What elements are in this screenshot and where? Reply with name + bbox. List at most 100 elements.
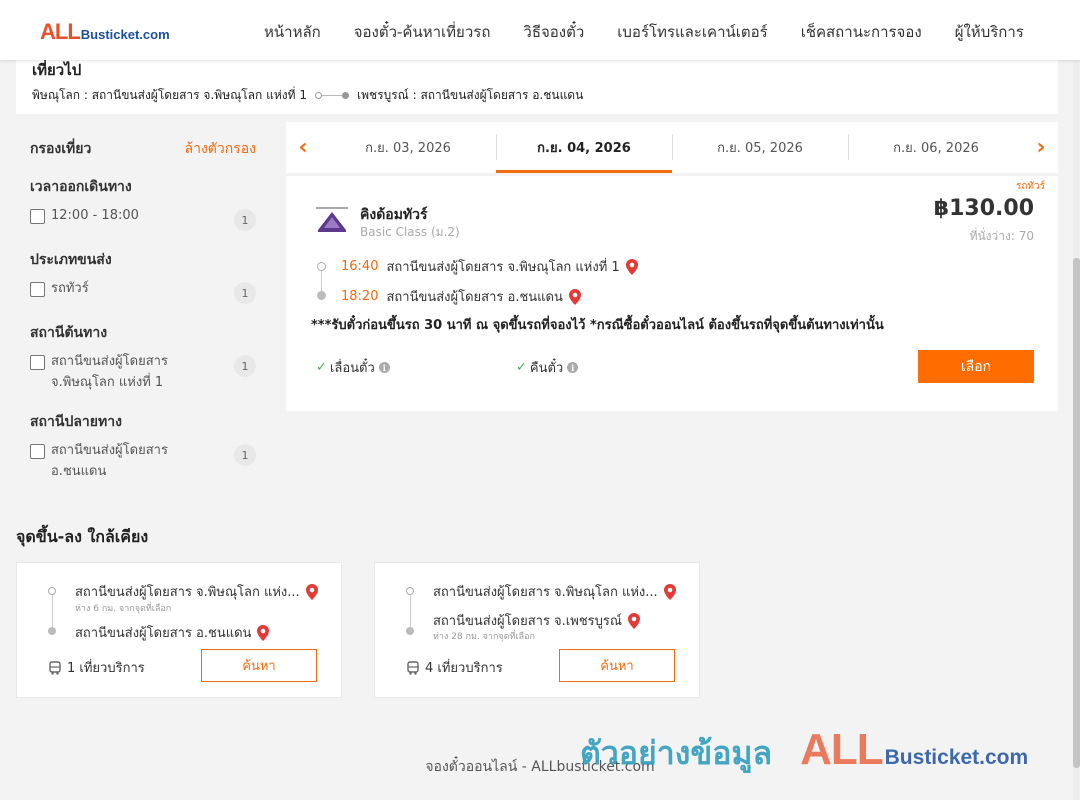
- checkbox[interactable]: [30, 355, 45, 370]
- filter-panel: กรองเที่ยว ล้างตัวกรอง เวลาออกเดินทาง 12…: [16, 124, 270, 480]
- operator-logo-icon: [316, 207, 348, 232]
- main-nav: หน้าหลัก จองตั๋ว-ค้นหาเที่ยวรถ วิธีจองตั…: [264, 20, 1024, 44]
- check-icon: ✓: [516, 360, 527, 375]
- checkbox[interactable]: [30, 282, 45, 297]
- filter-option-origin[interactable]: สถานีขนส่งผู้โดยสาร จ.พิษณุโลก แห่งที่ 1…: [30, 354, 256, 393]
- filter-group-transport-type: ประเภทขนส่ง: [30, 252, 112, 268]
- nearby-section-title: จุดขึ้น-ลง ใกล้เคียง: [16, 527, 149, 546]
- bus-icon: [407, 660, 419, 675]
- map-pin-icon[interactable]: [568, 288, 581, 305]
- date-selector: ‹ ก.ย. 03, 2026 ก.ย. 04, 2026 ก.ย. 05, 2…: [286, 122, 1058, 173]
- check-icon: ✓: [316, 360, 327, 375]
- filter-group-origin-station: สถานีต้นทาง: [30, 325, 108, 341]
- filter-option-time[interactable]: 12:00 - 18:00 1: [30, 208, 256, 231]
- date-tab[interactable]: ก.ย. 05, 2026: [672, 122, 848, 173]
- service-count-label: 4 เที่ยวบริการ: [425, 661, 503, 676]
- nav-contact-counters[interactable]: เบอร์โทรและเคาน์เตอร์: [617, 20, 767, 44]
- top-header: ALL Busticket.com หน้าหลัก จองตั๋ว-ค้นหา…: [0, 0, 1080, 60]
- route-destination: เพชรบูรณ์ : สถานีขนส่งผู้โดยสาร อ.ชนแดน: [356, 88, 584, 102]
- nearby-from: สถานีขนส่งผู้โดยสาร จ.พิษณุโลก แห่ง...: [433, 581, 676, 602]
- map-pin-icon[interactable]: [305, 583, 318, 600]
- nearby-search-button[interactable]: ค้นหา: [201, 649, 317, 682]
- filter-option-destination[interactable]: สถานีขนส่งผู้โดยสาร อ.ชนแดน 1: [30, 443, 256, 482]
- filter-group-departure-time: เวลาออกเดินทาง: [30, 179, 132, 195]
- site-logo[interactable]: ALL Busticket.com: [40, 19, 170, 45]
- logo-all: ALL: [40, 19, 81, 44]
- nav-how-to-book[interactable]: วิธีจองตั๋ว: [523, 20, 584, 44]
- filter-count-badge: 1: [234, 209, 256, 231]
- filter-option-label: สถานีขนส่งผู้โดยสาร อ.ชนแดน: [51, 443, 168, 479]
- nav-home[interactable]: หน้าหลัก: [264, 20, 321, 44]
- nav-check-booking[interactable]: เช็คสถานะการจอง: [801, 20, 922, 44]
- checkbox[interactable]: [30, 209, 45, 224]
- transport-type-tag: รถทัวร์: [1015, 181, 1045, 192]
- nav-operators[interactable]: ผู้ให้บริการ: [955, 20, 1024, 44]
- logo-rest: Busticket.com: [80, 27, 170, 42]
- route-summary: เที่ยวไป พิษณุโลก : สถานีขนส่งผู้โดยสาร …: [16, 60, 1058, 114]
- nearby-route-card: สถานีขนส่งผู้โดยสาร จ.พิษณุโลก แห่ง... ห…: [16, 562, 342, 698]
- watermark-logo-rest: Busticket.com: [884, 746, 1029, 769]
- nearby-to-station: สถานีขนส่งผู้โดยสาร จ.เพชรบูรณ์: [433, 614, 622, 629]
- clear-filters-link[interactable]: ล้างตัวกรอง: [185, 138, 256, 160]
- nearby-from-distance: ห่าง 6 กม. จากจุดที่เลือก: [75, 604, 172, 614]
- checkbox[interactable]: [30, 444, 45, 459]
- trip-note: ***รับตั๋วก่อนขึ้นรถ 30 นาที ณ จุดขึ้นรถ…: [311, 318, 884, 333]
- timeline-line: [410, 595, 411, 628]
- arrival-time: 18:20: [341, 289, 379, 304]
- nearby-search-button[interactable]: ค้นหา: [559, 649, 675, 682]
- timeline-start-dot: [48, 587, 56, 595]
- route-connector-icon: [314, 92, 349, 99]
- refund-policy: ✓ คืนตั๋ว i: [516, 357, 579, 378]
- reschedule-label: เลื่อนตั๋ว: [329, 361, 375, 376]
- timeline-end-dot: [406, 627, 414, 635]
- nearby-from-station: สถานีขนส่งผู้โดยสาร จ.พิษณุโลก แห่ง...: [433, 585, 658, 600]
- scrollbar-thumb[interactable]: [1073, 258, 1080, 768]
- arrival-stop: 18:20 สถานีขนส่งผู้โดยสาร อ.ชนแดน: [341, 286, 581, 307]
- prev-date-arrow-icon[interactable]: ‹: [286, 122, 320, 173]
- map-pin-icon[interactable]: [625, 258, 638, 275]
- nearby-from-station: สถานีขนส่งผู้โดยสาร จ.พิษณุโลก แห่ง...: [75, 585, 300, 600]
- date-tab[interactable]: ก.ย. 03, 2026: [320, 122, 496, 173]
- departure-stop: 16:40 สถานีขนส่งผู้โดยสาร จ.พิษณุโลก แห่…: [341, 256, 638, 277]
- filter-option-transport[interactable]: รถทัวร์ 1: [30, 281, 256, 304]
- date-tab-active[interactable]: ก.ย. 04, 2026: [496, 122, 672, 173]
- nearby-to-distance: ห่าง 28 กม. จากจุดที่เลือก: [433, 632, 535, 642]
- timeline-end-dot: [317, 291, 326, 300]
- nav-book-search[interactable]: จองตั๋ว-ค้นหาเที่ยวรถ: [354, 20, 491, 44]
- filter-group-destination-station: สถานีปลายทาง: [30, 414, 122, 430]
- info-icon[interactable]: i: [378, 362, 390, 373]
- watermark-logo-all: ALL: [800, 725, 884, 774]
- filter-header: กรองเที่ยว ล้างตัวกรอง: [30, 138, 256, 160]
- trip-result-card: รถทัวร์ คิงด้อมทัวร์ Basic Class (ม.2) ฿…: [286, 176, 1058, 411]
- watermark-text: ตัวอย่างข้อมูล: [580, 734, 773, 772]
- filter-count-badge: 1: [234, 355, 256, 377]
- timeline-end-dot: [48, 627, 56, 635]
- select-trip-button[interactable]: เลือก: [918, 350, 1034, 383]
- timeline-start-dot: [317, 262, 326, 271]
- reschedule-policy: ✓ เลื่อนตั๋ว i: [316, 357, 390, 378]
- date-tab[interactable]: ก.ย. 06, 2026: [848, 122, 1024, 173]
- info-icon[interactable]: i: [567, 362, 579, 373]
- next-date-arrow-icon[interactable]: ›: [1024, 122, 1058, 173]
- map-pin-icon[interactable]: [627, 612, 640, 629]
- sample-data-watermark: ตัวอย่างข้อมูล ALL Busticket.com: [580, 725, 1028, 779]
- filter-option-label: สถานีขนส่งผู้โดยสาร จ.พิษณุโลก แห่งที่ 1: [51, 354, 168, 390]
- map-pin-icon[interactable]: [257, 624, 270, 641]
- timeline-start-dot: [406, 587, 414, 595]
- refund-label: คืนตั๋ว: [529, 361, 564, 376]
- nearby-to-station: สถานีขนส่งผู้โดยสาร อ.ชนแดน: [75, 626, 252, 641]
- map-pin-icon[interactable]: [663, 583, 676, 600]
- seats-available: ที่นั่งว่าง: 70: [969, 229, 1034, 243]
- arrival-station: สถานีขนส่งผู้โดยสาร อ.ชนแดน: [386, 290, 563, 305]
- departure-time: 16:40: [341, 259, 379, 274]
- bus-class: Basic Class (ม.2): [360, 225, 460, 239]
- nearby-to: สถานีขนส่งผู้โดยสาร จ.เพชรบูรณ์: [433, 610, 640, 631]
- nearby-service-count: 4 เที่ยวบริการ: [407, 657, 503, 678]
- bus-icon: [49, 660, 61, 675]
- ticket-price: ฿130.00: [933, 196, 1034, 221]
- filter-option-label: 12:00 - 18:00: [51, 208, 139, 223]
- route-origin: พิษณุโลก : สถานีขนส่งผู้โดยสาร จ.พิษณุโล…: [32, 88, 307, 102]
- filter-count-badge: 1: [234, 282, 256, 304]
- service-count-label: 1 เที่ยวบริการ: [67, 661, 145, 676]
- filter-option-label: รถทัวร์: [51, 281, 89, 296]
